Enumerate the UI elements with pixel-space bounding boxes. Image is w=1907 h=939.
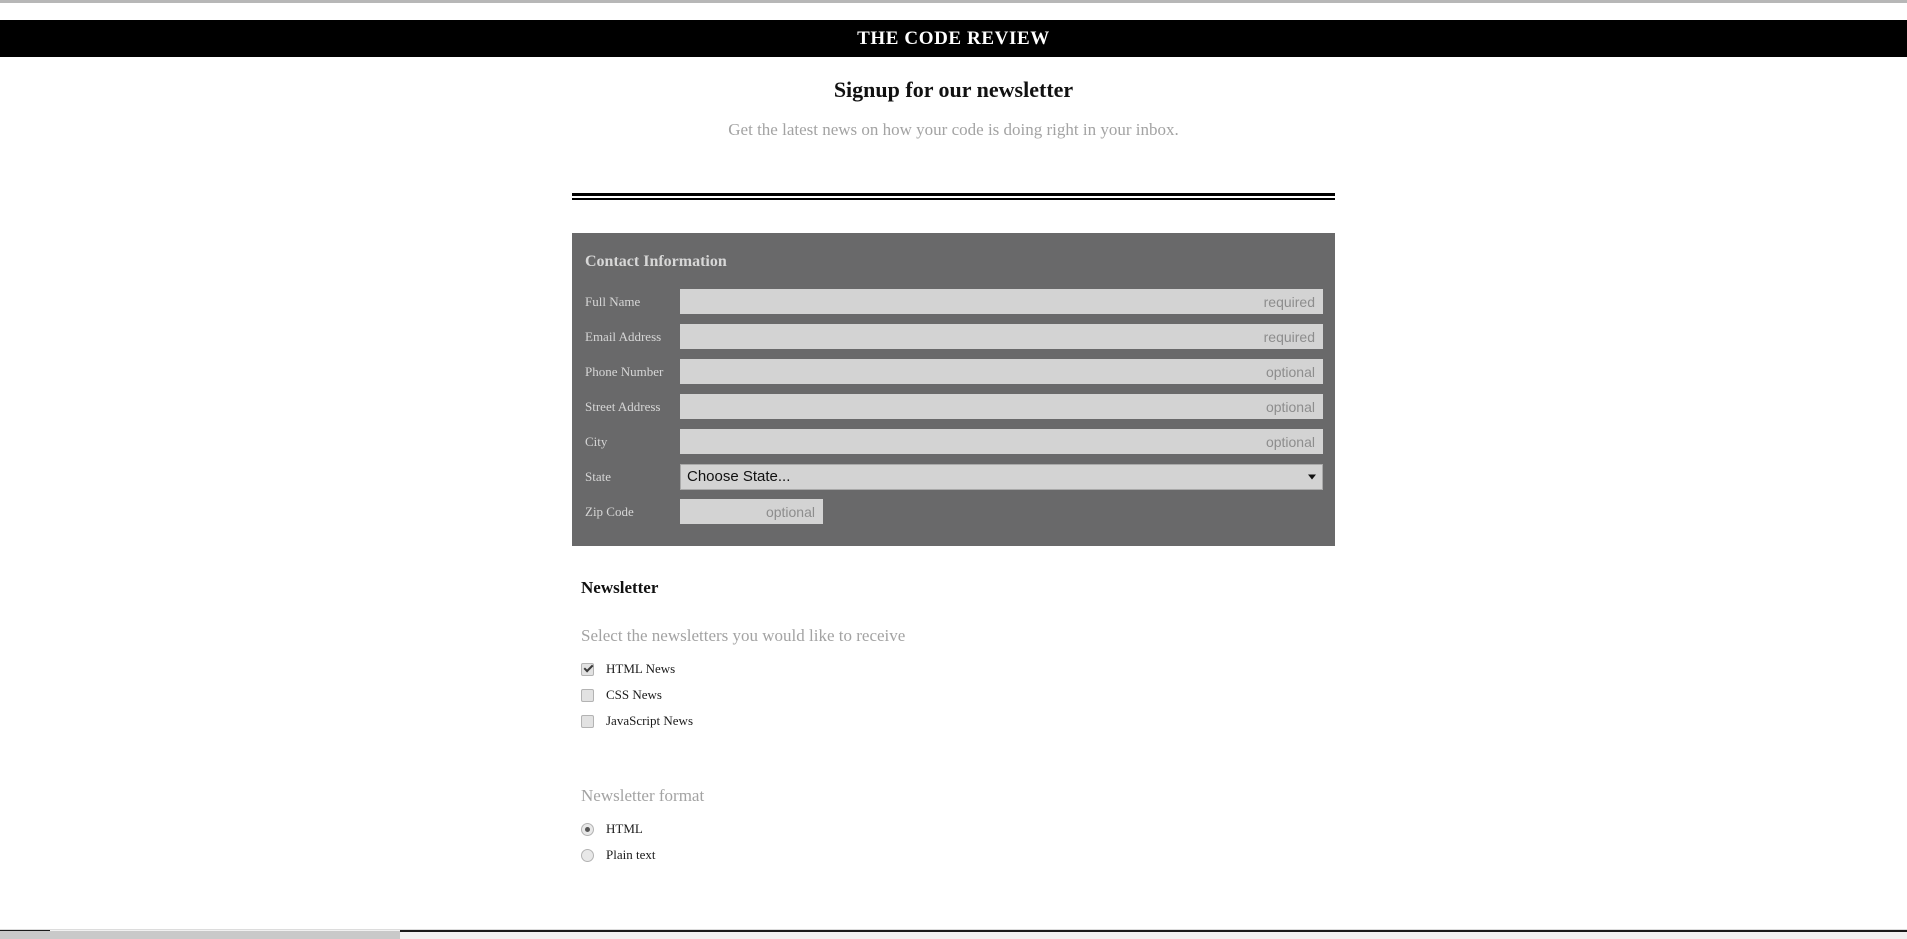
scrollbar-track-right-edge [400,930,1907,932]
radio-html[interactable] [581,822,594,836]
horizontal-scrollbar[interactable] [0,929,1907,939]
contact-information-legend: Contact Information [585,253,727,270]
street-address-input[interactable] [680,394,1323,419]
street-address-label: Street Address [585,399,661,414]
checkbox-row-html-news[interactable]: HTML News [581,656,1335,682]
state-select[interactable]: Choose State... [680,463,1323,490]
field-row-street-address: Street Address [572,394,1335,419]
newsletter-select-legend: Select the newsletters you would like to… [581,626,906,645]
checkbox-row-css-news[interactable]: CSS News [581,682,1335,708]
state-label: State [585,469,611,484]
checkbox-label-html-news[interactable]: HTML News [606,656,675,682]
radio-plain-text[interactable] [581,848,594,862]
site-title: THE CODE REVIEW [857,27,1050,49]
page-title: Signup for our newsletter [833,77,1074,102]
horizontal-scrollbar-thumb[interactable] [0,931,400,939]
newsletter-format-radio-list: HTML Plain text [572,806,1335,868]
field-row-phone-number: Phone Number [572,359,1335,384]
field-row-full-name: Full Name [572,289,1335,314]
radio-label-html[interactable]: HTML [606,816,643,842]
checkbox-label-css-news[interactable]: CSS News [606,682,662,708]
newsletter-heading: Newsletter [581,578,659,597]
checkbox-html-news[interactable] [581,662,594,676]
intro-block: Signup for our newsletter Get the latest… [0,57,1907,140]
radio-row-plain-text[interactable]: Plain text [581,842,1335,868]
full-name-input[interactable] [680,289,1323,314]
checkbox-row-javascript-news[interactable]: JavaScript News [581,708,1335,734]
radio-row-html[interactable]: HTML [581,816,1335,842]
city-input[interactable] [680,429,1323,454]
radio-label-plain-text[interactable]: Plain text [606,842,655,868]
zip-code-label: Zip Code [585,504,634,519]
checkbox-label-javascript-news[interactable]: JavaScript News [606,708,693,734]
field-row-email-address: Email Address [572,324,1335,349]
state-select-wrapper[interactable]: Choose State... [680,463,1323,490]
form-content: Contact Information Full Name Email Addre… [572,233,1335,868]
field-row-city: City [572,429,1335,454]
checkbox-javascript-news[interactable] [581,714,594,728]
section-divider [572,193,1335,200]
contact-information-fieldset: Contact Information Full Name Email Addre… [572,233,1335,546]
phone-number-label: Phone Number [585,364,664,379]
contact-fields: Full Name Email Address Phone Number Street… [572,289,1335,454]
checkbox-css-news[interactable] [581,688,594,702]
email-address-label: Email Address [585,329,662,344]
page-subtitle: Get the latest news on how your code is … [728,120,1179,139]
newsletter-checkbox-list: HTML News CSS News JavaScript News [572,646,1335,734]
city-label: City [585,434,608,449]
field-row-zip-code: Zip Code [572,499,1335,524]
field-row-state: State Choose State... [572,463,1335,490]
email-address-input[interactable] [680,324,1323,349]
page-body: THE CODE REVIEW Signup for our newslette… [0,3,1907,936]
zip-code-input[interactable] [680,499,823,524]
newsletter-fieldset: Newsletter Select the newsletters you wo… [572,546,1335,868]
phone-number-input[interactable] [680,359,1323,384]
site-masthead: THE CODE REVIEW [0,20,1907,57]
newsletter-format-legend: Newsletter format [581,786,705,805]
newsletter-format-block: Newsletter format HTML Plain text [572,734,1335,868]
full-name-label: Full Name [585,294,641,309]
